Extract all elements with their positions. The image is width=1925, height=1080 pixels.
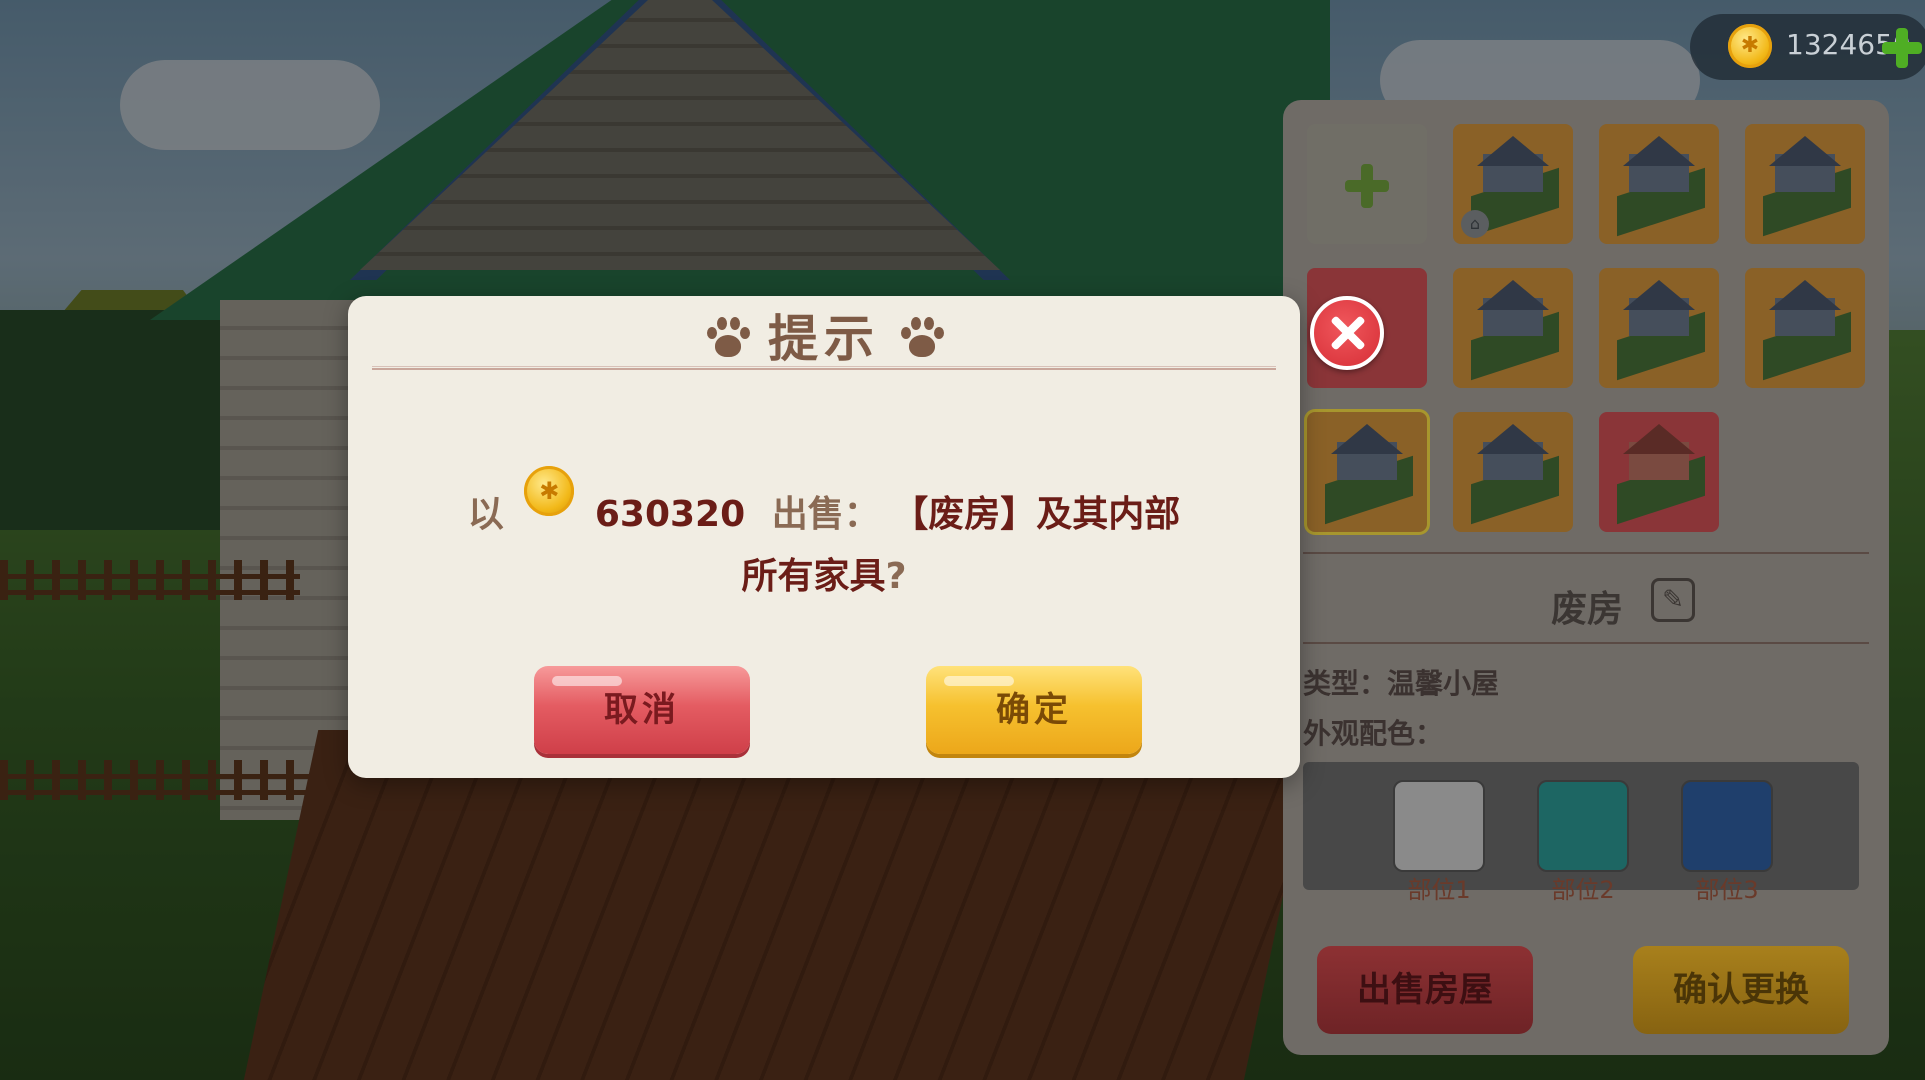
msg-target: 【废房】及其内部 bbox=[892, 494, 1181, 535]
swatch-label: 部位2 bbox=[1551, 876, 1615, 904]
color-palette: 部位1 部位2 部位3 bbox=[1303, 762, 1859, 904]
type-value: 温馨小屋 bbox=[1387, 667, 1500, 700]
dialog-divider bbox=[372, 366, 1276, 370]
sell-price: 630320 bbox=[594, 494, 746, 535]
house-slot[interactable] bbox=[1599, 268, 1719, 388]
add-house-slot[interactable] bbox=[1307, 124, 1427, 244]
house-slot-selected[interactable] bbox=[1307, 412, 1427, 532]
dialog-header: 提示 bbox=[348, 306, 1300, 372]
house-type: 类型：温馨小屋 bbox=[1303, 662, 1499, 702]
confirm-dialog: 提示 以 630320 出售： 【废房】及其内部 所有家具? 取消 确定 bbox=[348, 296, 1300, 778]
dialog-message: 以 630320 出售： 【废房】及其内部 所有家具? bbox=[348, 466, 1300, 608]
msg-prefix: 以 bbox=[467, 494, 504, 535]
house-slot[interactable] bbox=[1745, 268, 1865, 388]
house-slot[interactable] bbox=[1453, 268, 1573, 388]
swatch-label: 部位3 bbox=[1695, 876, 1759, 904]
plus-icon bbox=[1345, 164, 1389, 208]
swatch-part2[interactable] bbox=[1537, 780, 1629, 872]
confirm-change-button[interactable]: 确认更换 bbox=[1633, 946, 1849, 1034]
msg-question: ? bbox=[885, 556, 907, 597]
house-slot[interactable] bbox=[1745, 124, 1865, 244]
dialog-title: 提示 bbox=[768, 310, 880, 368]
home-icon: ⌂ bbox=[1461, 210, 1489, 238]
swatch-label: 部位1 bbox=[1407, 876, 1471, 904]
message-line-2: 所有家具? bbox=[348, 546, 1300, 608]
paw-icon bbox=[899, 317, 945, 361]
msg-sell: 出售： bbox=[771, 494, 880, 535]
cancel-button[interactable]: 取消 bbox=[534, 666, 750, 754]
message-line-1: 以 630320 出售： 【废房】及其内部 bbox=[348, 466, 1300, 546]
coin-icon bbox=[1728, 24, 1772, 68]
paw-icon bbox=[705, 317, 750, 361]
coin-icon bbox=[524, 466, 575, 516]
house-name: 废房 bbox=[1551, 589, 1624, 630]
swatch-part1[interactable] bbox=[1393, 780, 1485, 872]
close-icon[interactable] bbox=[1310, 296, 1384, 370]
add-coins-button[interactable] bbox=[1880, 26, 1924, 70]
color-label: 外观配色： bbox=[1303, 717, 1444, 750]
divider bbox=[1303, 552, 1869, 554]
divider bbox=[1303, 642, 1869, 644]
sell-house-button[interactable]: 出售房屋 bbox=[1317, 946, 1533, 1034]
house-slot[interactable]: ⌂ bbox=[1453, 124, 1573, 244]
edit-icon[interactable]: ✎ bbox=[1651, 578, 1695, 622]
type-label: 类型： bbox=[1303, 667, 1388, 700]
msg-furniture: 所有家具 bbox=[741, 556, 886, 597]
swatch-part3[interactable] bbox=[1681, 780, 1773, 872]
house-slot[interactable] bbox=[1453, 412, 1573, 532]
confirm-button[interactable]: 确定 bbox=[926, 666, 1142, 754]
house-panel: ⌂ 废房 ✎ 类型：温馨小屋 外观配色： 部位1 部位2 部位3 出售房屋 确认… bbox=[1283, 100, 1889, 1055]
house-slot-barn[interactable] bbox=[1599, 412, 1719, 532]
house-slot[interactable] bbox=[1599, 124, 1719, 244]
